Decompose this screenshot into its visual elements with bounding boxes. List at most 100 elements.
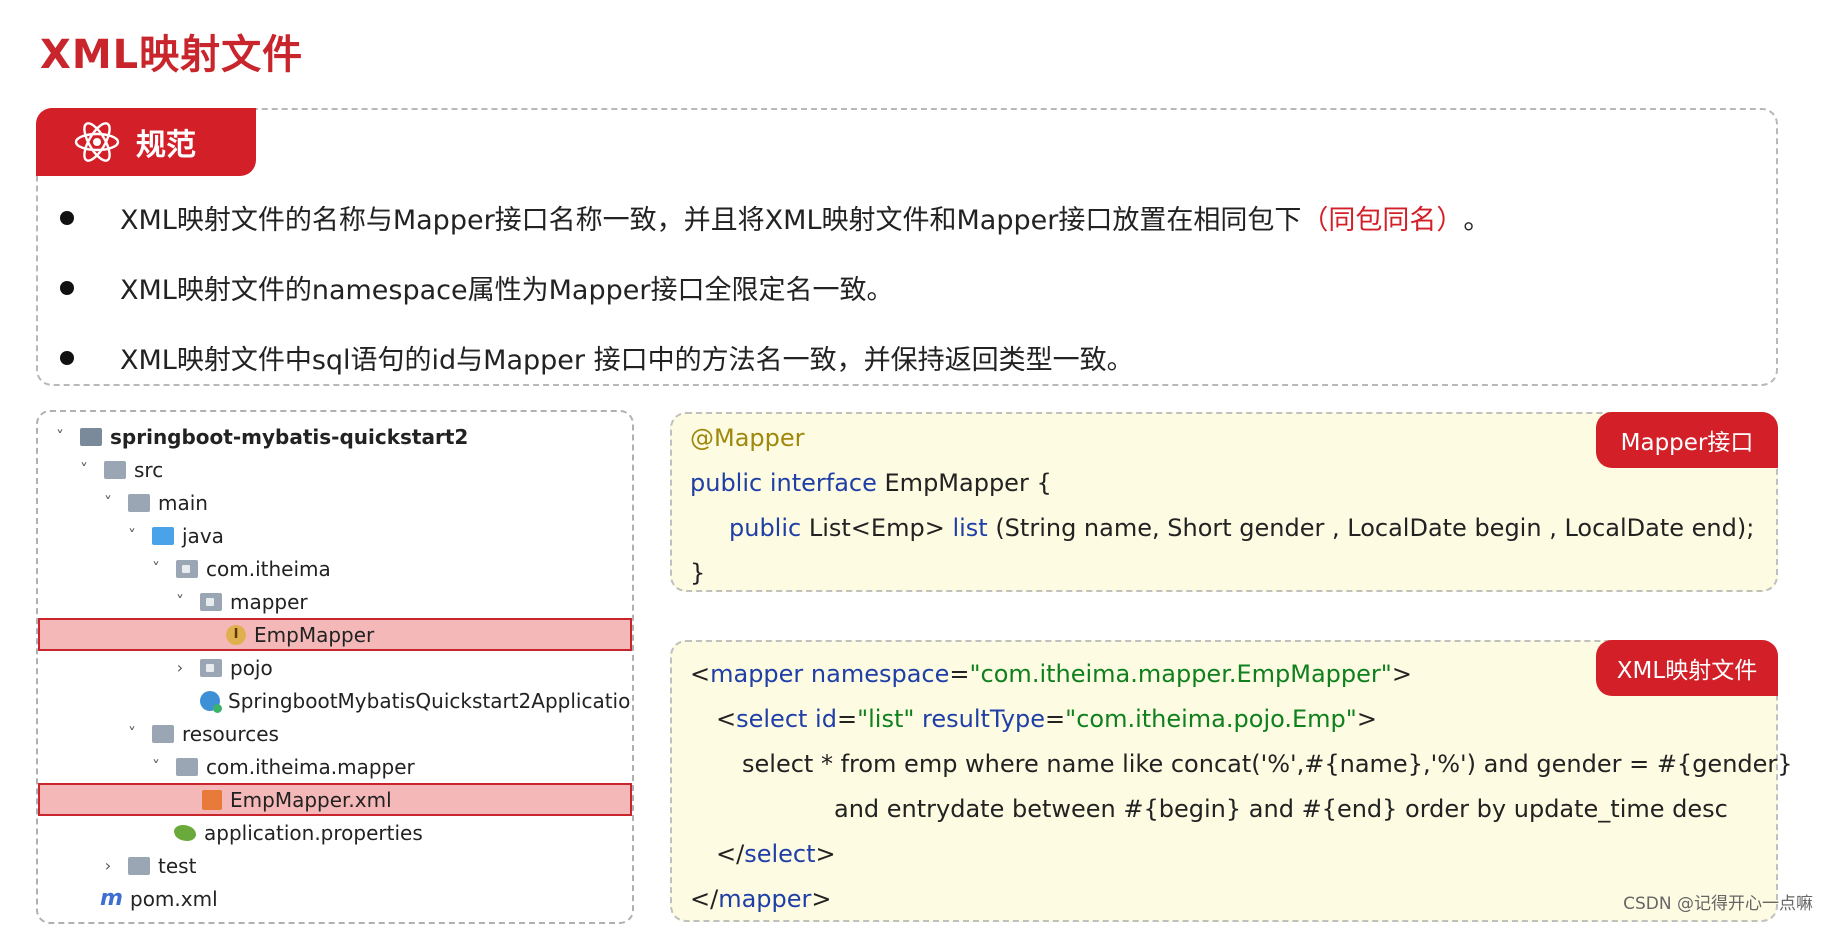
code-text: > — [1356, 705, 1377, 733]
chevron-down-icon[interactable]: ˅ — [172, 592, 188, 611]
code-line: select * from emp where name like concat… — [742, 750, 1793, 778]
code-text: > — [815, 840, 836, 868]
spring-app-icon — [200, 690, 222, 713]
code-text: EmpMapper { — [876, 469, 1052, 497]
chevron-down-icon[interactable]: ˅ — [124, 724, 140, 743]
tree-node-label: src — [134, 457, 164, 482]
package-icon — [200, 658, 222, 677]
page-title: XML映射文件 — [40, 32, 304, 78]
code-line: <mapper namespace="com.itheima.mapper.Em… — [690, 660, 1412, 688]
tree-node-com-itheima-mapper[interactable]: ˅ com.itheima.mapper — [38, 750, 632, 783]
code-text: < — [716, 705, 737, 733]
tree-node-java[interactable]: ˅ java — [38, 519, 632, 552]
code-text: = — [1045, 705, 1066, 733]
tree-node-label: EmpMapper — [254, 622, 375, 647]
watermark: CSDN @记得开心一点嘛 — [1623, 894, 1813, 914]
code-annotation: @Mapper — [690, 424, 805, 452]
chevron-down-icon[interactable]: ˅ — [148, 757, 164, 776]
tree-node-src[interactable]: ˅ src — [38, 453, 632, 486]
tree-node-mapper[interactable]: ˅ mapper — [38, 585, 632, 618]
tree-node-label: java — [182, 523, 224, 548]
rule-item: XML映射文件的名称与Mapper接口名称一致，并且将XML映射文件和Mappe… — [60, 198, 1490, 237]
chevron-down-icon[interactable]: ˅ — [148, 559, 164, 578]
code-line: public interface EmpMapper { — [690, 469, 1052, 497]
code-text: = — [949, 660, 970, 688]
project-folder-icon — [80, 427, 102, 446]
code-tag: select — [736, 705, 808, 733]
project-tree: ˅ springboot-mybatis-quickstart2 ˅ src ˅… — [36, 410, 634, 924]
bullet-icon — [60, 210, 74, 225]
rule-item: XML映射文件中sql语句的id与Mapper 接口中的方法名一致，并保持返回类… — [60, 338, 1134, 377]
maven-icon: m — [100, 886, 123, 911]
folder-icon — [104, 460, 126, 479]
mapper-interface-tag: Mapper接口 — [1596, 412, 1778, 468]
tree-node-project[interactable]: ˅ springboot-mybatis-quickstart2 — [38, 420, 632, 453]
xml-file-icon — [202, 789, 222, 810]
code-line: </mapper> — [690, 885, 832, 913]
properties-file-icon — [174, 824, 196, 841]
tree-node-pom[interactable]: m pom.xml — [38, 882, 632, 915]
tree-node-test[interactable]: › test — [38, 849, 632, 882]
chevron-down-icon[interactable]: ˅ — [124, 526, 140, 545]
folder-icon — [128, 856, 150, 875]
tree-node-empmapper[interactable]: I EmpMapper — [38, 618, 632, 651]
tree-node-label: main — [158, 490, 208, 515]
chevron-right-icon[interactable]: › — [100, 856, 116, 875]
tree-node-application-properties[interactable]: application.properties — [38, 816, 632, 849]
rules-tab: 规范 — [36, 108, 256, 176]
resources-folder-icon — [152, 724, 174, 743]
tree-node-resources[interactable]: ˅ resources — [38, 717, 632, 750]
tree-node-label: test — [158, 853, 197, 878]
tree-node-label: EmpMapper.xml — [230, 787, 392, 812]
package-icon — [176, 559, 198, 578]
tree-node-application[interactable]: SpringbootMybatisQuickstart2Application — [38, 684, 634, 717]
rule-text: XML映射文件中sql语句的id与Mapper 接口中的方法名一致，并保持返回类… — [120, 345, 1134, 376]
package-icon — [200, 592, 222, 611]
tree-node-label: com.itheima — [206, 556, 331, 581]
bullet-icon — [60, 280, 74, 295]
code-text: > — [811, 885, 832, 913]
code-text: > — [1391, 660, 1412, 688]
tree-node-label: resources — [182, 721, 279, 746]
code-keyword: public interface — [690, 469, 877, 497]
rule-text: XML映射文件的名称与Mapper接口名称一致，并且将XML映射文件和Mappe… — [120, 205, 1302, 236]
rule-highlight: （同包同名） — [1301, 205, 1464, 236]
folder-icon — [128, 493, 150, 512]
code-line: public List<Emp> list (String name, Shor… — [729, 514, 1754, 542]
xml-mapping-tag: XML映射文件 — [1596, 640, 1778, 696]
code-string: "com.itheima.mapper.EmpMapper" — [969, 660, 1392, 688]
code-text: = — [836, 705, 858, 733]
code-text: (String name, Short gender , LocalDate b… — [987, 514, 1755, 542]
code-attr: namespace — [803, 660, 950, 688]
tree-node-label: SpringbootMybatisQuickstart2Application — [228, 688, 634, 713]
code-line: and entrydate between #{begin} and #{end… — [834, 795, 1728, 823]
code-line: <select id="list" resultType="com.itheim… — [716, 705, 1377, 733]
code-line: </select> — [716, 840, 836, 868]
chevron-down-icon[interactable]: ˅ — [76, 460, 92, 479]
code-attr: resultType — [914, 705, 1046, 733]
folder-icon — [176, 757, 198, 776]
code-attr: id — [807, 705, 837, 733]
atom-icon — [74, 122, 120, 162]
tree-node-com-itheima[interactable]: ˅ com.itheima — [38, 552, 632, 585]
tree-node-pojo[interactable]: › pojo — [38, 651, 632, 684]
chevron-down-icon[interactable]: ˅ — [100, 493, 116, 512]
tree-node-label: application.properties — [204, 820, 423, 845]
tree-node-main[interactable]: ˅ main — [38, 486, 632, 519]
code-tag: mapper — [710, 660, 804, 688]
source-folder-icon — [152, 526, 174, 545]
code-text: </ — [716, 840, 745, 868]
code-keyword: public — [729, 514, 802, 542]
tree-node-label: springboot-mybatis-quickstart2 — [110, 424, 469, 449]
rule-suffix: 。 — [1463, 205, 1491, 236]
tree-node-label: pom.xml — [130, 886, 218, 911]
tree-node-label: com.itheima.mapper — [206, 754, 415, 779]
chevron-right-icon[interactable]: › — [172, 658, 188, 677]
code-text: List<Emp> — [801, 514, 953, 542]
rules-tab-label: 规范 — [136, 128, 196, 163]
tree-node-empmapper-xml[interactable]: EmpMapper.xml — [38, 783, 632, 816]
code-method: list — [952, 514, 988, 542]
code-string: "list" — [857, 705, 915, 733]
chevron-down-icon[interactable]: ˅ — [52, 427, 68, 446]
code-string: "com.itheima.pojo.Emp" — [1065, 705, 1357, 733]
